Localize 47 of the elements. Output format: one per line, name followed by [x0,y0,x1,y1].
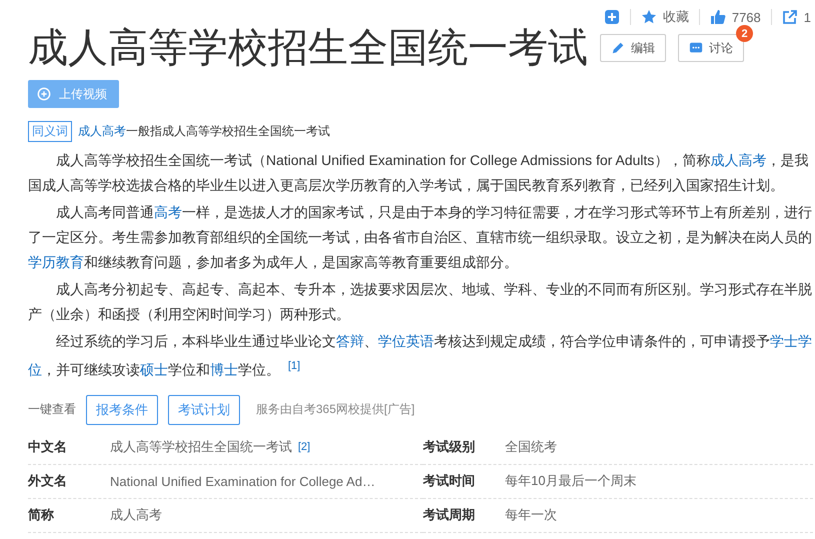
ad-note: 服务由自考365网校提供[广告] [256,401,415,418]
text-link[interactable]: 博士 [210,362,238,378]
paragraph: 成人高考分初起专、高起专、高起本、专升本，选拔要求因层次、地域、学科、专业的不同而有所区别。学习形式存在半脱产（业余）和函授（利用空闲时间学习）两种形式。 [28,280,813,324]
quick-view-label: 一键查看 [28,401,76,418]
synonym-tag: 同义词 [28,121,72,142]
page-title: 成人高等学校招生全国统一考试 [28,25,588,72]
synonym-link[interactable]: 成人高考 [78,124,126,138]
chat-icon [689,41,703,55]
info-label: 中文名 [28,438,68,456]
text-link[interactable]: 学位英语 [378,333,434,349]
paragraph: 经过系统的学习后，本科毕业生通过毕业论文答辩、学位英语考核达到规定成绩，符合学位申请条件的，可申请授予学士学 位，并可继续攻读硕士学位和博士学位。 $^{[1]}$ [28,332,813,380]
reference-link[interactable]: [1] [288,360,300,372]
quick-view-button[interactable]: 考试计划 [168,394,240,425]
text-link[interactable]: 硕士 [140,362,168,378]
text-link[interactable]: 成人高考 [710,152,766,168]
plus-icon [604,9,620,25]
pencil-icon [611,41,625,55]
share-icon [782,9,798,25]
share-button[interactable]: 1 [770,9,815,25]
star-button[interactable]: 收藏 [630,9,699,25]
text-link[interactable]: 答辩 [336,333,364,349]
synonym-text: 成人高考一般指成人高等学校招生全国统一考试 [78,123,330,140]
info-value: 成人高考 [110,506,162,524]
text-link[interactable]: 位 [28,362,42,378]
info-value: 每年10月最后一个周末 [505,472,636,490]
info-label: 考试周期 [423,506,476,524]
thumbs-up-icon [710,9,726,25]
quick-view-button[interactable]: 报考条件 [86,394,158,425]
text-link[interactable]: 学历教育 [28,254,84,270]
info-value: 成人高等学校招生全国统一考试 [110,438,292,456]
info-value: National Unified Examination for College Ad… [110,474,376,489]
text-link[interactable]: 学士学 [770,333,812,349]
info-label: 考试级别 [423,438,476,456]
plus-circle-icon [37,87,51,101]
edit-button[interactable]: 编辑 [600,34,666,62]
info-label: 考试时间 [423,472,476,490]
info-label: 外文名 [28,472,68,490]
star-icon [640,9,657,25]
info-value: 每年一次 [505,506,557,524]
paragraph: 成人高考同普通高考一样，是选拔人才的国家考试，只是由于本身的学习特征需要，才在学习形式等环节上有所差别，进行了一定区分。考生需参加教育部组织的全国统一考试，由各省市自治区、直辖市统一组织录取。设立之初，是为解决在岗人员的 学历教育和继续教育问题，参加者多为成年人，是国家高等教育重要组成部分。 [28,203,813,272]
info-label: 简称 [28,506,55,524]
paragraph: 成人高等学校招生全国统一考试（National Unified Examination for College Admissions for Adults），简称成人高考，是我国成人高等学校选拔合格的毕业生以进入更高层次学历教育的入学考试，属于国民教育系列教育，已经列入国家招生计划。 [28,151,810,195]
like-button[interactable]: 7768 [698,9,771,25]
info-value: 全国统考 [505,438,557,456]
count-badge: 2 [736,25,753,42]
reference-link[interactable]: [2] [298,441,310,454]
text-link[interactable]: 高考 [154,204,182,220]
